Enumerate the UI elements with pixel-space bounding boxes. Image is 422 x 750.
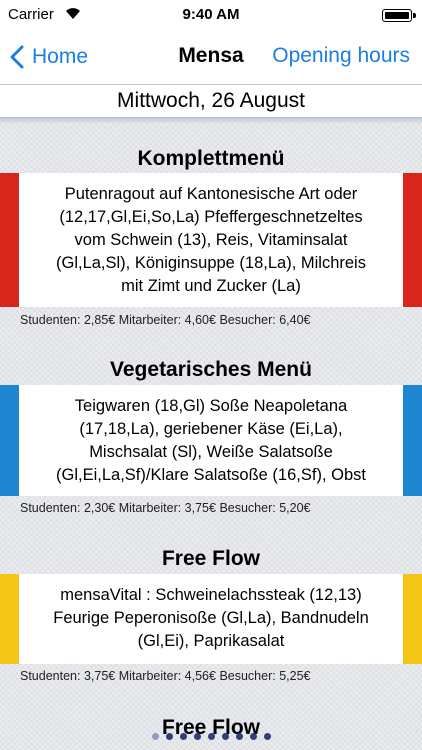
status-bar: Carrier 9:40 AM <box>0 0 422 32</box>
menu-title: Vegetarisches Menü <box>110 358 312 381</box>
menu-line: Feurige Peperonisoße (Gl,La), Bandnudeln <box>53 609 369 627</box>
page-dot[interactable] <box>165 733 173 740</box>
menu-description: Putenragout auf Kantonesische Art oder (… <box>19 173 403 307</box>
menu-description: Teigwaren (18,Gl) Soße Neapoletana (17,1… <box>19 385 403 496</box>
page-dot[interactable] <box>151 733 159 740</box>
menu-card: Teigwaren (18,Gl) Soße Neapoletana (17,1… <box>0 385 422 496</box>
page-dot[interactable] <box>207 733 215 740</box>
category-stripe-left <box>0 574 19 664</box>
menu-scroll-area[interactable]: Komplettmenü Putenragout auf Kantonesisc… <box>0 123 422 750</box>
menu-line: Teigwaren (18,Gl) Soße Neapoletana <box>74 397 348 415</box>
menu-title: Komplettmenü <box>137 147 285 170</box>
menu-line: (12,17,Gl,Ei,So,La) Pfeffergeschnetzelte… <box>59 208 363 226</box>
category-stripe-right <box>403 173 422 307</box>
menu-line: (Gl,Ei), Paprikasalat <box>137 632 285 650</box>
menu-description: mensaVital : Schweinelachssteak (12,13) … <box>19 574 403 664</box>
price-line: Studenten: 3,75€ Mitarbeiter: 4,56€ Besu… <box>20 669 311 683</box>
menu-line: Mischsalat (Sl), Weiße Salatsoße <box>89 443 333 461</box>
category-stripe-left <box>0 385 19 496</box>
back-label: Home <box>32 45 89 68</box>
page-dot[interactable] <box>221 733 229 740</box>
back-button[interactable]: Home <box>10 42 88 72</box>
opening-hours-button[interactable]: Opening hours <box>272 44 410 68</box>
category-stripe-right <box>403 574 422 664</box>
menu-line: (17,18,La), geriebener Käse (Ei,La), <box>79 420 343 438</box>
menu-line: (Gl,Ei,La,Sf)/Klare Salatsoße (16,Sf), O… <box>56 466 366 484</box>
page-indicator[interactable] <box>0 733 422 745</box>
menu-card: mensaVital : Schweinelachssteak (12,13) … <box>0 574 422 664</box>
menu-line: Putenragout auf Kantonesische Art oder <box>64 185 358 203</box>
menu-line: mensaVital : Schweinelachssteak (12,13) <box>60 586 362 604</box>
battery-icon <box>382 9 416 22</box>
page-dot[interactable] <box>235 733 243 740</box>
category-stripe-left <box>0 173 19 307</box>
menu-line: mit Zimt und Zucker (La) <box>121 277 301 295</box>
category-stripe-right <box>403 385 422 496</box>
page-dot[interactable] <box>249 733 257 740</box>
menu-line: (Gl,La,Sl), Königinsuppe (18,La), Milchr… <box>56 254 366 272</box>
page-dot[interactable] <box>193 733 201 740</box>
page-dot[interactable] <box>179 733 187 740</box>
price-line: Studenten: 2,85€ Mitarbeiter: 4,60€ Besu… <box>20 313 311 327</box>
navigation-bar: Home Mensa Opening hours <box>0 32 422 85</box>
menu-title: Free Flow <box>161 547 261 570</box>
page-dot[interactable] <box>263 733 271 740</box>
menu-line: vom Schwein (13), Reis, Vitaminsalat <box>74 231 348 249</box>
date-header: Mittwoch, 26 August <box>0 85 422 118</box>
menu-card: Putenragout auf Kantonesische Art oder (… <box>0 173 422 307</box>
status-time: 9:40 AM <box>182 6 240 23</box>
chevron-left-icon <box>10 45 24 69</box>
price-line: Studenten: 2,30€ Mitarbeiter: 3,75€ Besu… <box>20 501 311 515</box>
